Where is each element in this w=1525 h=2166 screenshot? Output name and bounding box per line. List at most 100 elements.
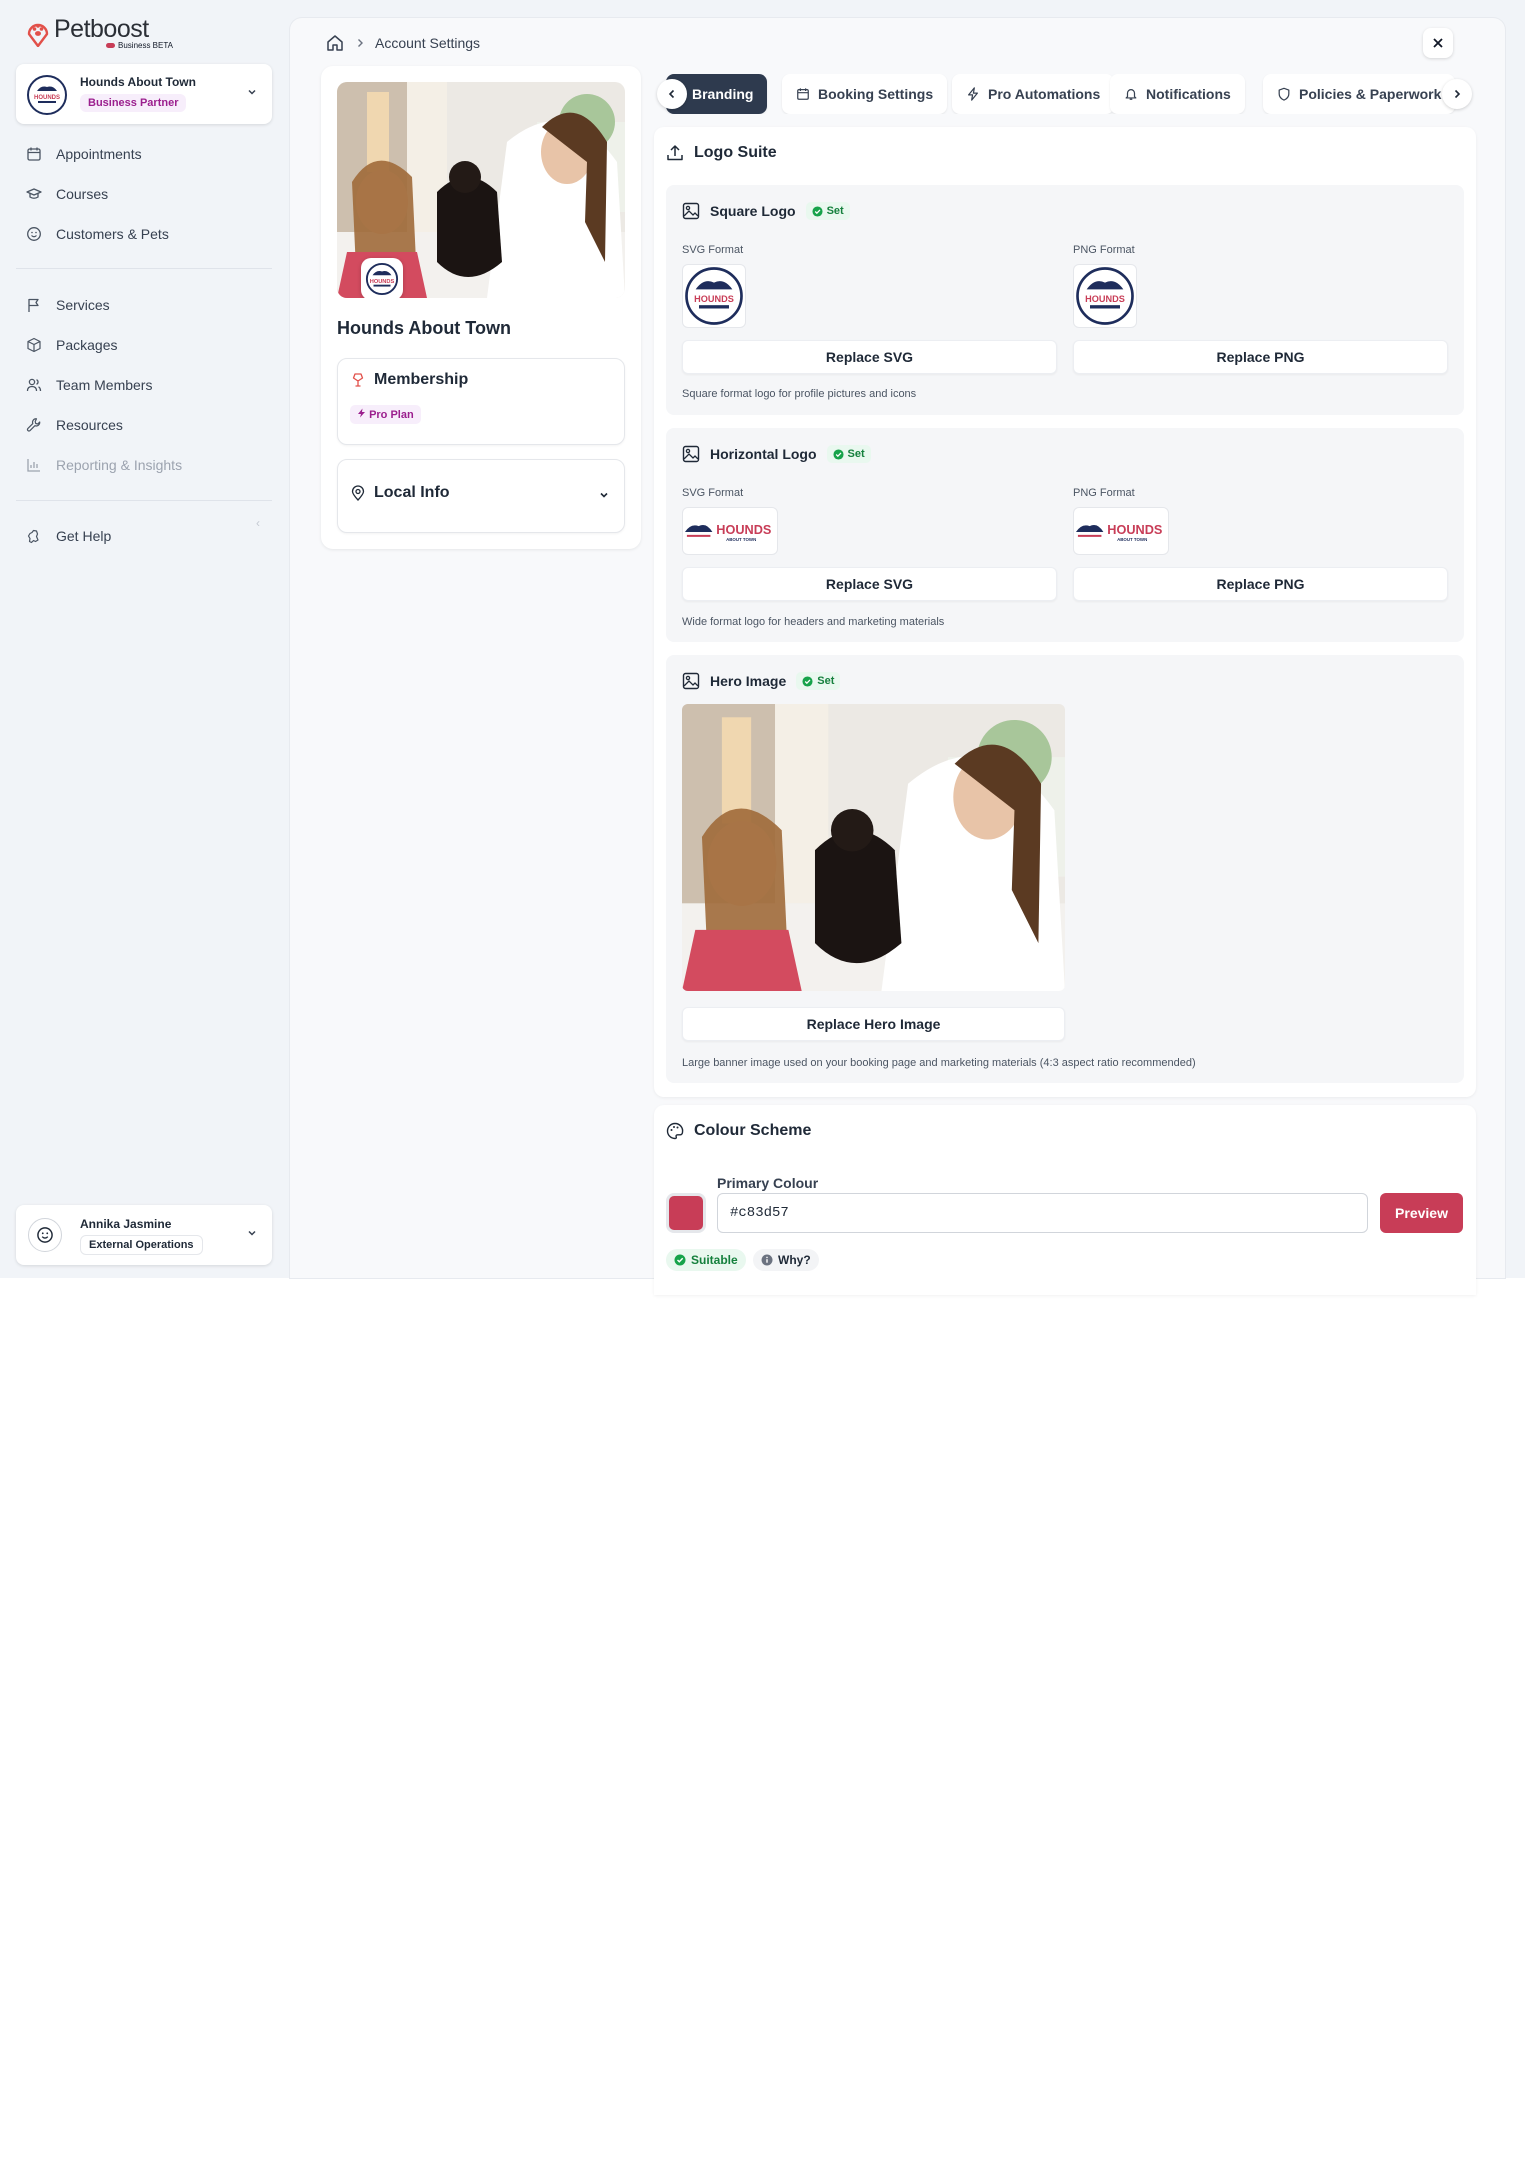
chevron-left-icon	[668, 89, 675, 99]
wordmark-text: HOUNDS	[1107, 522, 1162, 537]
hounds-wordmark-icon: HOUNDS ABOUT TOWN	[684, 522, 771, 542]
nav-divider	[16, 500, 272, 501]
sidebar-item-label: Get Help	[56, 528, 112, 544]
nav-divider	[16, 268, 272, 269]
sidebar-item-label: Services	[56, 297, 110, 313]
tab-notifications[interactable]: Notifications	[1110, 74, 1245, 114]
user-switcher[interactable]: Annika Jasmine External Operations	[16, 1205, 272, 1265]
settings-panel: Account Settings HOUNDS Hounds About Tow…	[290, 18, 1505, 1295]
status-badge: Set	[796, 672, 841, 690]
upload-icon	[667, 145, 683, 161]
petboost-logo-icon	[27, 23, 49, 47]
tabs-scroll-left-button[interactable]	[657, 79, 687, 109]
flag-icon	[28, 298, 39, 312]
graduation-cap-icon	[26, 188, 42, 199]
sidebar-item-get-help[interactable]: Get Help	[16, 516, 274, 556]
business-logo: HOUNDS	[27, 75, 67, 115]
sidebar-item-resources[interactable]: Resources	[16, 405, 274, 445]
map-pin-icon	[351, 485, 365, 501]
toggle-dot-icon	[106, 43, 115, 48]
horizontal-logo-title: Horizontal Logo Set	[682, 445, 871, 463]
tab-label: Branding	[692, 86, 754, 102]
sidebar-item-courses[interactable]: Courses	[16, 174, 274, 214]
primary-colour-input[interactable]: #c83d57	[717, 1193, 1368, 1233]
local-info-title: Local Info	[374, 484, 450, 501]
profile-hero-image: HOUNDS	[337, 82, 625, 298]
square-logo-hint: Square format logo for profile pictures …	[682, 388, 917, 400]
brand-logo[interactable]: Petboost Business BETA	[26, 16, 173, 50]
sidebar-item-reporting[interactable]: Reporting & Insights	[16, 445, 274, 485]
colour-scheme-title: Colour Scheme	[666, 1122, 811, 1140]
why-button[interactable]: Why?	[753, 1249, 819, 1271]
business-badge: Business Partner	[80, 94, 187, 112]
png-format-label: PNG Format	[1073, 487, 1135, 499]
settings-tabs: Branding Booking Settings Pro Automation…	[658, 74, 1468, 114]
section-title-label: Logo Suite	[694, 144, 777, 161]
hero-image-panel: Hero Image Set Replace Hero Image Large …	[666, 655, 1464, 1083]
collapse-sidebar-icon[interactable]: ‹	[256, 516, 260, 530]
check-circle-icon	[833, 448, 844, 460]
business-switcher[interactable]: HOUNDS Hounds About Town Business Partne…	[16, 64, 272, 124]
tab-label: Notifications	[1146, 86, 1231, 102]
palette-icon	[666, 1122, 684, 1140]
svg-format-label: SVG Format	[682, 244, 744, 256]
sidebar-item-team-members[interactable]: Team Members	[16, 365, 274, 405]
home-icon[interactable]	[325, 33, 345, 53]
wrench-icon	[26, 418, 41, 432]
replace-square-svg-button[interactable]: Replace SVG	[682, 340, 1057, 374]
sidebar-item-label: Appointments	[56, 146, 142, 162]
status-badge: Set	[826, 445, 871, 463]
info-icon	[761, 1254, 773, 1266]
sidebar-item-appointments[interactable]: Appointments	[16, 134, 274, 174]
section-title-label: Colour Scheme	[694, 1122, 812, 1139]
logo-suite-title: Logo Suite	[666, 144, 777, 162]
image-icon	[682, 202, 700, 220]
sidebar-item-packages[interactable]: Packages	[16, 325, 274, 365]
close-button[interactable]	[1423, 28, 1453, 58]
horizontal-logo-panel: Horizontal Logo Set SVG Format PNG Forma…	[666, 428, 1464, 642]
hero-image-preview	[682, 704, 1065, 991]
replace-horizontal-svg-button[interactable]: Replace SVG	[682, 567, 1057, 601]
membership-card[interactable]: Membership Pro Plan	[337, 358, 625, 445]
square-svg-preview: HOUNDS	[682, 264, 746, 328]
local-info-accordion[interactable]: Local Info	[337, 459, 625, 533]
chevron-right-icon	[358, 39, 363, 47]
tab-policies[interactable]: Policies & Paperwork	[1263, 74, 1456, 114]
bolt-icon	[968, 87, 978, 101]
replace-hero-image-button[interactable]: Replace Hero Image	[682, 1007, 1065, 1041]
hounds-wordmark-icon: HOUNDS ABOUT TOWN	[1075, 522, 1162, 542]
sidebar-item-label: Packages	[56, 337, 118, 353]
suitable-label: Suitable	[691, 1253, 738, 1267]
status-label: Set	[826, 205, 844, 217]
tab-pro-automations[interactable]: Pro Automations	[952, 74, 1115, 114]
replace-square-png-button[interactable]: Replace PNG	[1073, 340, 1448, 374]
breadcrumb-current: Account Settings	[375, 35, 481, 51]
svg-text:HOUNDS: HOUNDS	[370, 279, 395, 285]
image-icon	[682, 445, 700, 463]
square-logo-panel: Square Logo Set SVG Format PNG Format HO…	[666, 185, 1464, 415]
avatar	[28, 1218, 62, 1252]
tab-booking-settings[interactable]: Booking Settings	[782, 74, 948, 114]
sidebar-item-label: Customers & Pets	[56, 226, 169, 242]
replace-horizontal-png-button[interactable]: Replace PNG	[1073, 567, 1448, 601]
wordmark-text: HOUNDS	[716, 522, 771, 537]
close-icon	[1433, 38, 1443, 48]
svg-format-label: SVG Format	[682, 487, 744, 499]
preview-button[interactable]: Preview	[1380, 1193, 1463, 1233]
primary-colour-swatch[interactable]	[666, 1193, 706, 1233]
calendar-icon	[797, 88, 809, 100]
business-profile-card: HOUNDS Hounds About Town Membership Pro …	[321, 66, 641, 549]
hounds-badge-icon: HOUNDS	[365, 262, 399, 296]
chevron-down-icon	[248, 89, 256, 95]
breadcrumb: Account Settings	[325, 33, 480, 53]
check-circle-icon	[674, 1254, 686, 1266]
sidebar-item-customers[interactable]: Customers & Pets	[16, 214, 274, 254]
business-name-heading: Hounds About Town	[337, 318, 511, 338]
users-icon	[26, 378, 42, 392]
svg-text:HOUNDS: HOUNDS	[34, 95, 60, 101]
tabs-scroll-right-button[interactable]	[1442, 79, 1472, 109]
horizontal-png-preview: HOUNDS ABOUT TOWN	[1073, 507, 1169, 555]
sidebar-item-services[interactable]: Services	[16, 285, 274, 325]
package-icon	[27, 337, 41, 353]
life-buoy-icon	[27, 529, 39, 544]
